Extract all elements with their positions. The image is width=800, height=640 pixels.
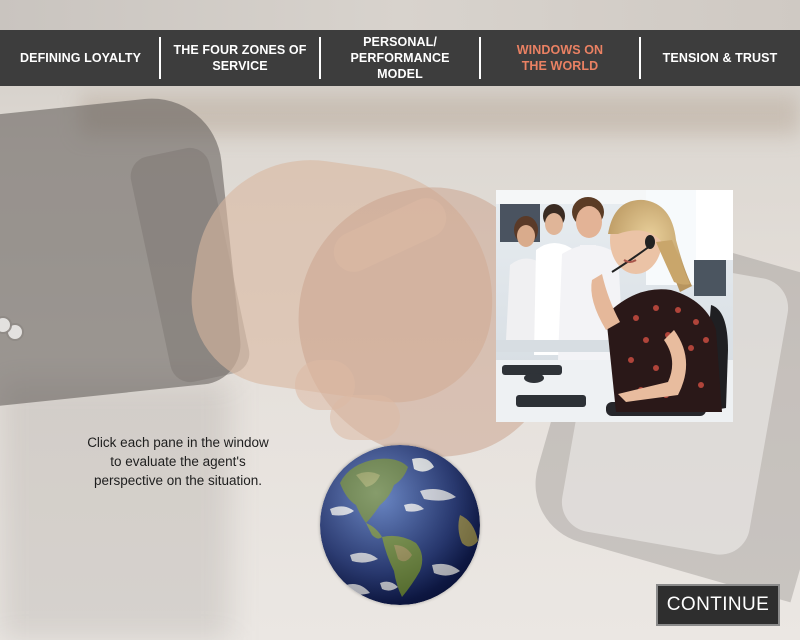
earth-globe-icon[interactable] bbox=[320, 445, 480, 605]
nav-tab-label: WINDOWS ON THE WORLD bbox=[516, 43, 604, 73]
call-center-agents-photo[interactable] bbox=[496, 190, 733, 422]
nav-tab-label: DEFINING LOYALTY bbox=[20, 51, 142, 65]
nav-tab-defining-loyalty[interactable]: DEFINING LOYALTY bbox=[0, 30, 161, 86]
nav-tab-tension-and-trust[interactable]: TENSION & TRUST bbox=[640, 30, 800, 86]
nav-tab-personal-performance-model[interactable]: PERSONAL/ PERFORMANCE MODEL bbox=[320, 30, 481, 86]
continue-button[interactable]: CONTINUE bbox=[656, 584, 780, 626]
continue-button-label: CONTINUE bbox=[666, 594, 770, 615]
nav-tab-label: TENSION & TRUST bbox=[662, 51, 778, 65]
top-navigation-bar: DEFINING LOYALTY THE FOUR ZONES OF SERVI… bbox=[0, 30, 800, 86]
nav-tab-label: THE FOUR ZONES OF SERVICE bbox=[173, 43, 307, 73]
instruction-line-2: to evaluate the agent's bbox=[110, 454, 246, 469]
nav-tab-windows-on-the-world[interactable]: WINDOWS ON THE WORLD bbox=[480, 30, 641, 86]
instruction-text: Click each pane in the window to evaluat… bbox=[66, 433, 290, 490]
instruction-line-1: Click each pane in the window bbox=[87, 435, 269, 450]
nav-tab-four-zones-of-service[interactable]: THE FOUR ZONES OF SERVICE bbox=[160, 30, 321, 86]
instruction-line-3: perspective on the situation. bbox=[93, 473, 263, 488]
nav-tab-label: PERSONAL/ PERFORMANCE MODEL bbox=[350, 35, 450, 81]
